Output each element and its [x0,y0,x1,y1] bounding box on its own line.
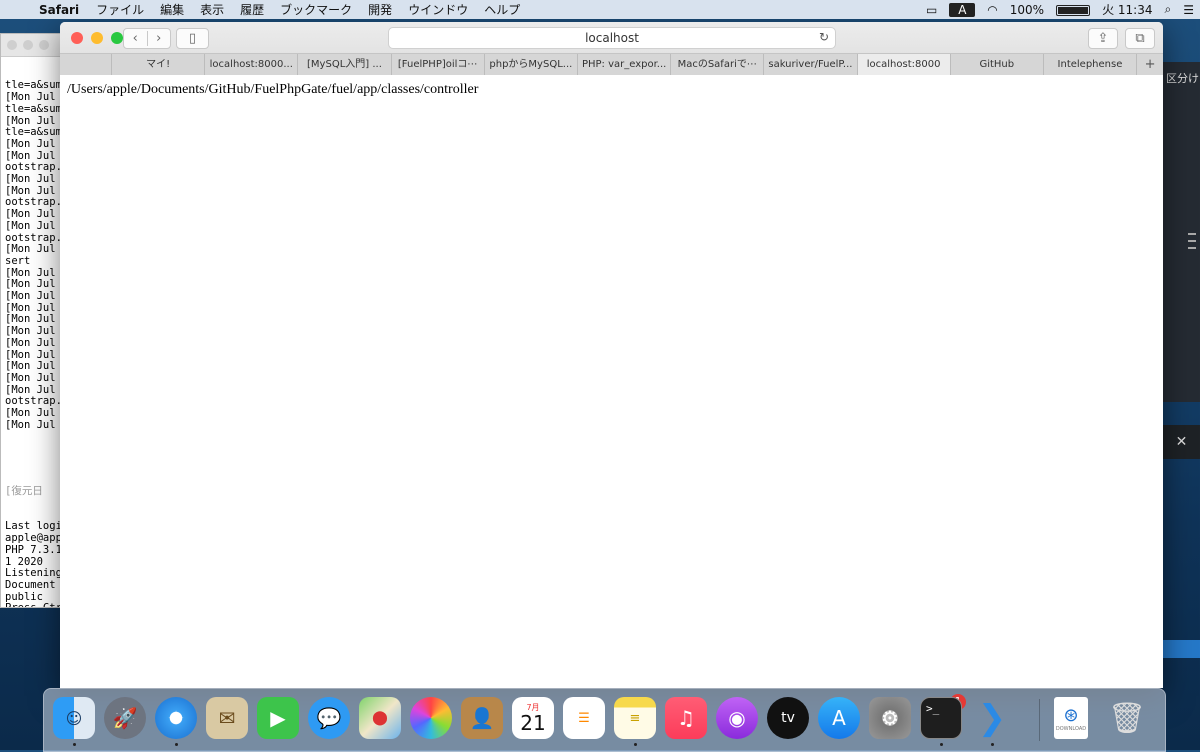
music-icon[interactable]: ♫ [665,697,707,739]
safari-icon[interactable]: ✦ [155,697,197,739]
notification-center-icon[interactable]: ☰ [1177,3,1200,17]
tab-0[interactable]: マイ! [112,54,206,75]
tv-icon[interactable]: tv [767,697,809,739]
messages-icon[interactable]: 💬 [308,697,350,739]
tv-label: tv [781,710,795,726]
terminal-close-button[interactable] [7,40,17,50]
tab-7[interactable]: sakuriver/FuelP... [764,54,858,75]
tab-overview-icon: ⧉ [1135,31,1145,46]
window-controls [71,32,123,44]
tab-10[interactable]: Intelephense [1044,54,1138,75]
tab-spacer [60,54,112,75]
calendar-day: 21 [520,710,546,735]
menu-history[interactable]: 履歴 [232,1,272,18]
address-text: localhost [585,31,639,45]
close-icon: ✕ [1175,434,1188,450]
menu-develop[interactable]: 開発 [360,1,400,18]
terminal-prompt: >_ [926,702,940,715]
tab-4[interactable]: phpからMySQL... [485,54,578,75]
background-window-text: 区分け [1166,72,1199,85]
mail-icon[interactable]: ✉ [206,697,248,739]
tab-5[interactable]: PHP: var_expor... [578,54,672,75]
clock[interactable]: 火 11:34 [1096,1,1158,18]
back-button[interactable]: ‹ [124,31,148,46]
sidebar-icon: ▯ [188,31,197,46]
menu-edit[interactable]: 編集 [152,1,192,18]
menu-file[interactable]: ファイル [88,1,152,18]
downloads-label: DOWNLOAD [1055,725,1087,732]
battery-icon[interactable] [1050,3,1096,17]
share-button[interactable]: ⇪ [1088,28,1118,49]
app-store-icon[interactable]: A [818,697,860,739]
app-menu-safari[interactable]: Safari [30,3,88,17]
tab-8-active[interactable]: localhost:8000 [857,54,951,75]
menu-view[interactable]: 表示 [192,1,232,18]
tab-1[interactable]: localhost:8000... [205,54,299,75]
facetime-icon[interactable]: ▶ [257,697,299,739]
page-text: /Users/apple/Documents/GitHub/FuelPhpGat… [67,82,479,97]
navigation-buttons: ‹ › [123,28,171,49]
wifi-icon[interactable]: ◠ [981,3,1003,17]
battery-percent[interactable]: 100% [1004,3,1050,17]
scroll-indicator [1188,228,1200,368]
podcasts-icon[interactable]: ◉ [716,697,758,739]
dock-separator [1039,699,1040,741]
menu-window[interactable]: ウインドウ [400,1,476,18]
share-icon: ⇪ [1097,31,1109,46]
trash-icon[interactable]: 🗑 [1106,697,1148,739]
airplay-icon[interactable]: ▭ [920,3,943,17]
tab-overview-button[interactable]: ⧉ [1125,28,1155,49]
tab-bar: マイ! localhost:8000... [MySQL入門] ... [Fue… [60,53,1163,76]
reload-icon[interactable]: ↻ [819,30,829,44]
reminders-icon[interactable]: ☰ [563,697,605,739]
tab-6[interactable]: MacのSafariで⋯ [671,54,765,75]
launchpad-icon[interactable]: 🚀 [104,697,146,739]
tab-9[interactable]: GitHub [951,54,1044,75]
terminal-minimize-button[interactable] [23,40,33,50]
terminal-icon[interactable]: >_ [920,697,962,739]
photos-icon[interactable] [410,697,452,739]
downloads-stack-icon[interactable]: ⊛ DOWNLOAD [1054,697,1088,739]
input-source-label: A [949,2,976,17]
finder-icon[interactable]: ☺ [53,697,95,739]
minimize-window-button[interactable] [91,32,103,44]
dock: ☺ 🚀 ✦ ✉ ▶ 💬 ⬤ 👤 7月 21 ☰ ≡ ♫ ◉ tv A ⚙ 1 >… [43,688,1166,752]
maps-icon[interactable]: ⬤ [359,697,401,739]
new-tab-button[interactable]: + [1137,54,1163,75]
input-source-icon[interactable]: A [943,2,981,17]
address-bar[interactable]: localhost ↻ [388,27,836,49]
menu-bookmarks[interactable]: ブックマーク [272,1,360,18]
sidebar-toggle-button[interactable]: ▯ [176,28,209,49]
zoom-window-button[interactable] [111,32,123,44]
forward-button[interactable]: › [148,31,171,46]
vscode-icon[interactable]: ❯ [971,697,1013,739]
terminal-zoom-button[interactable] [39,40,49,50]
contacts-icon[interactable]: 👤 [461,697,503,739]
menu-help[interactable]: ヘルプ [476,1,528,18]
tab-3[interactable]: [FuelPHP]oilコ⋯ [392,54,485,75]
tab-2[interactable]: [MySQL入門] ... [298,54,392,75]
calendar-icon[interactable]: 7月 21 [512,697,554,739]
system-preferences-icon[interactable]: ⚙ [869,697,911,739]
safari-window[interactable]: ‹ › ▯ localhost ↻ ⇪ ⧉ マイ! localhost:8000… [60,22,1163,688]
spotlight-icon[interactable]: ⌕ [1159,2,1178,17]
page-content[interactable]: /Users/apple/Documents/GitHub/FuelPhpGat… [60,75,1163,688]
safari-toolbar: ‹ › ▯ localhost ↻ ⇪ ⧉ [60,22,1163,53]
menubar: Safari ファイル 編集 表示 履歴 ブックマーク 開発 ウインドウ ヘルプ… [0,0,1200,19]
notes-icon[interactable]: ≡ [614,697,656,739]
status-area: ▭ A ◠ 100% 火 11:34 ⌕ ☰ [920,0,1200,19]
close-window-button[interactable] [71,32,83,44]
background-window-statusbar [1163,640,1200,658]
notification-close-button[interactable]: ✕ [1163,425,1200,459]
